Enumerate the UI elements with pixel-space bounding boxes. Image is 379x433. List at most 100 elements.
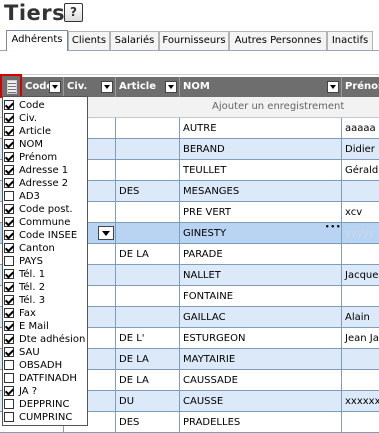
cell-article[interactable]	[116, 286, 180, 307]
checkbox[interactable]	[4, 412, 14, 422]
column-header-code[interactable]: Code	[22, 77, 64, 97]
cell-prenom[interactable]	[342, 286, 379, 307]
checkbox[interactable]	[4, 217, 14, 227]
cell-prenom[interactable]: Jacques	[342, 265, 379, 286]
columns-icon	[7, 80, 17, 94]
cell-prenom[interactable]: aaaaa	[342, 118, 379, 139]
help-button[interactable]: ?	[64, 3, 83, 22]
checkbox[interactable]	[4, 386, 14, 396]
checkbox[interactable]	[4, 126, 14, 136]
cell-nom[interactable]: GAILLAC	[180, 307, 342, 328]
checkbox[interactable]	[4, 295, 14, 305]
checkbox[interactable]	[4, 347, 14, 357]
cell-prenom[interactable]: Alain	[342, 307, 379, 328]
checkbox[interactable]	[4, 321, 14, 331]
cell-article[interactable]: DU	[116, 391, 180, 412]
column-chooser-item-label: CUMPRINC	[19, 412, 73, 423]
cell-prenom[interactable]	[342, 370, 379, 391]
column-header-article[interactable]: Article	[116, 77, 180, 97]
cell-article[interactable]: DE L'	[116, 328, 180, 349]
checkbox[interactable]	[4, 178, 14, 188]
checkbox[interactable]	[4, 243, 14, 253]
column-header-nom[interactable]: NOM	[180, 77, 342, 97]
cell-prenom[interactable]: xcv	[342, 202, 379, 223]
checkbox[interactable]	[4, 399, 14, 409]
cell-prenom[interactable]	[342, 181, 379, 202]
checkbox[interactable]	[4, 230, 14, 240]
cell-article[interactable]	[116, 223, 180, 244]
checkbox[interactable]	[4, 373, 14, 383]
cell-article[interactable]: DE LA	[116, 349, 180, 370]
cell-article[interactable]	[116, 139, 180, 160]
column-chooser-item-label: AD3	[19, 191, 40, 202]
tab-adherents[interactable]: Adhérents	[6, 30, 68, 51]
chevron-down-icon[interactable]	[98, 226, 114, 240]
tab-autres-personnes[interactable]: Autres Personnes	[229, 31, 327, 50]
chevron-down-icon[interactable]	[327, 81, 339, 93]
column-header-civ[interactable]: Civ.	[64, 77, 116, 97]
checkbox[interactable]	[4, 308, 14, 318]
cell-nom[interactable]: AUTRE	[180, 118, 342, 139]
tab-clients[interactable]: Clients	[68, 31, 110, 50]
tab-fournisseurs[interactable]: Fournisseurs	[159, 31, 229, 50]
cell-article[interactable]: DE LA	[116, 244, 180, 265]
cell-nom[interactable]: ESTURGEON	[180, 328, 342, 349]
cell-nom[interactable]: BERAND	[180, 139, 342, 160]
column-chooser-item-label: Canton	[19, 243, 55, 254]
checkbox[interactable]	[4, 165, 14, 175]
cell-nom[interactable]: NALLET	[180, 265, 342, 286]
cell-prenom[interactable]	[342, 244, 379, 265]
checkbox[interactable]	[4, 139, 14, 149]
cell-prenom[interactable]: Géraldine	[342, 160, 379, 181]
chevron-down-icon[interactable]	[49, 81, 61, 93]
grid-header: Code Civ. Article NOM Prénom	[0, 77, 379, 97]
toolbar-area	[0, 54, 379, 75]
column-chooser-item-label: Tél. 2	[19, 282, 46, 293]
cell-article[interactable]	[116, 202, 180, 223]
checkbox[interactable]	[4, 152, 14, 162]
checkbox[interactable]	[4, 100, 14, 110]
checkbox[interactable]	[4, 113, 14, 123]
cell-nom[interactable]: MAYTAIRIE	[180, 349, 342, 370]
chevron-down-icon[interactable]	[101, 81, 113, 93]
cell-article[interactable]	[116, 307, 180, 328]
cell-prenom[interactable]: Didier	[342, 139, 379, 160]
cell-article[interactable]	[116, 265, 180, 286]
tab-inactifs[interactable]: Inactifs	[327, 31, 373, 50]
cell-nom[interactable]: PRADELLES	[180, 412, 342, 433]
cell-prenom[interactable]: xxxxxx	[342, 391, 379, 412]
cell-prenom[interactable]: Jean Jacques	[342, 328, 379, 349]
checkbox[interactable]	[4, 191, 14, 201]
column-chooser-menu: Code Civ. Article NOM Prénom Adresse 1 Adresse…	[2, 96, 88, 426]
cell-article[interactable]: DES	[116, 181, 180, 202]
checkbox[interactable]	[4, 360, 14, 370]
cell-nom[interactable]: FONTAINE	[180, 286, 342, 307]
cell-article[interactable]: DES	[116, 412, 180, 433]
column-chooser-button[interactable]	[0, 74, 22, 98]
column-header-prenom[interactable]: Prénom	[342, 77, 379, 97]
cell-article[interactable]	[116, 160, 180, 181]
add-record-label: Ajouter un enregistrement	[212, 101, 345, 112]
column-chooser-item-label: Code INSEE	[19, 230, 78, 241]
cell-prenom[interactable]	[342, 349, 379, 370]
cell-prenom[interactable]	[342, 412, 379, 433]
checkbox[interactable]	[4, 282, 14, 292]
checkbox[interactable]	[4, 334, 14, 344]
cell-nom[interactable]: TEULLET	[180, 160, 342, 181]
column-chooser-item-label: Adresse 2	[19, 178, 69, 189]
checkbox[interactable]	[4, 256, 14, 266]
ellipsis-icon[interactable]: •••	[325, 223, 341, 231]
cell-nom[interactable]: MESANGES	[180, 181, 342, 202]
checkbox[interactable]	[4, 269, 14, 279]
cell-article[interactable]: DE LA	[116, 370, 180, 391]
cell-prenom[interactable]: yyyyy	[342, 223, 379, 244]
chevron-down-icon[interactable]	[165, 81, 177, 93]
cell-nom[interactable]: CAUSSE	[180, 391, 342, 412]
cell-nom[interactable]: GINESTY	[180, 223, 342, 244]
tab-salaries[interactable]: Salariés	[110, 31, 159, 50]
cell-article[interactable]	[116, 118, 180, 139]
cell-nom[interactable]: PRE VERT	[180, 202, 342, 223]
cell-nom[interactable]: CAUSSADE	[180, 370, 342, 391]
cell-nom[interactable]: PARADE	[180, 244, 342, 265]
checkbox[interactable]	[4, 204, 14, 214]
